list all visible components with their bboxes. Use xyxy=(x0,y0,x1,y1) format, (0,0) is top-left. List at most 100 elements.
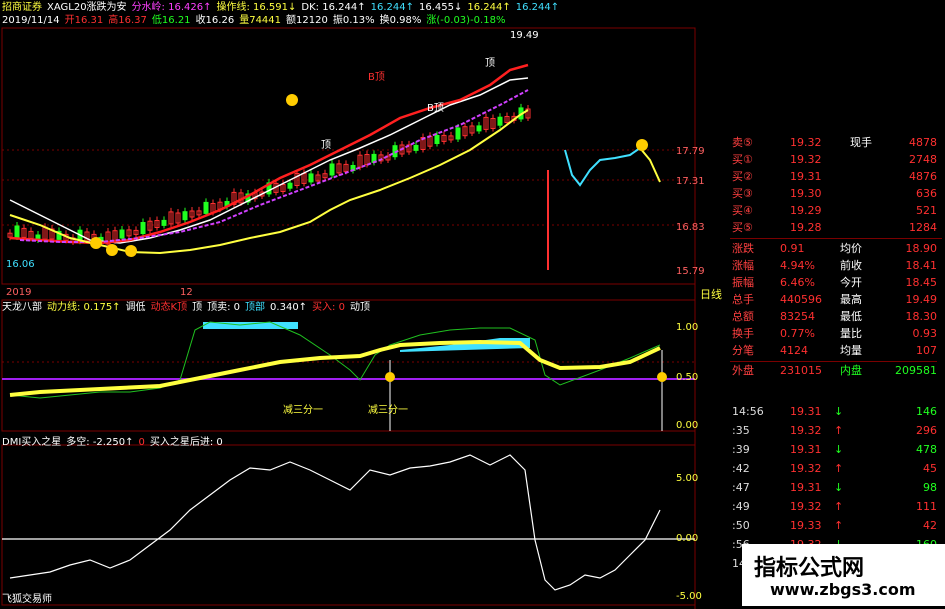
main-header-line2: 2019/11/14 开16.31 高16.37 低16.21 收16.26 量74441… xyxy=(2,15,510,27)
main-grid xyxy=(2,149,695,226)
dmi-line xyxy=(9,454,661,591)
date-label: 2019 xyxy=(6,287,32,298)
green-oscillator-line xyxy=(9,321,661,399)
header-item: 额12120 xyxy=(286,15,328,26)
top-label: B顶 xyxy=(427,103,444,114)
tab-daily[interactable]: 日线 xyxy=(700,289,722,301)
top-label: B顶 xyxy=(368,72,385,83)
candle xyxy=(308,173,314,183)
main-header-line1: 招商证券 XAGL20涨跌为安 分水岭: 16.426↑ 操作线: 16.591↓ DK… xyxy=(2,2,564,14)
axis-label: 0.00 xyxy=(676,420,699,431)
header-item: 换0.98% xyxy=(379,15,422,26)
header-item: 16.244↑ xyxy=(515,2,560,13)
quote-stat-row: 分笔 4124 均量 107 xyxy=(732,344,937,357)
header-item: 天龙八部 xyxy=(2,302,42,313)
header-item: 顶卖: 0 xyxy=(207,302,241,313)
candle xyxy=(161,219,167,226)
axis-label: -5.00 xyxy=(676,591,702,602)
quote-row: 卖⑤ 19.32 4878 现手 xyxy=(732,136,937,149)
watermark-url: www.zbgs3.com xyxy=(770,580,916,599)
watermark-box: 指标公式网 www.zbgs3.com xyxy=(742,544,945,606)
header-item: 16.244↑ xyxy=(370,2,414,13)
header-item: 调低 xyxy=(125,302,146,313)
header-item: DMI买入之星 xyxy=(2,437,62,448)
tick-row: 14:56 19.31 ↓ 146 xyxy=(732,405,937,418)
watermark-title: 指标公式网 xyxy=(754,556,865,581)
app-footer-name: 飞狐交易师 xyxy=(2,594,52,605)
header-item: 涨(-0.03)-0.18% xyxy=(426,15,506,26)
outer-inner-row: 外盘 231015 内盘 209581 xyxy=(730,361,937,379)
header-item: DK: 16.244↑ xyxy=(301,2,366,13)
quote-panel: 卖⑤ 19.32 4878 现手 买① 19.32 2748 买② 19.31 4876 买③ 19.… xyxy=(730,134,942,434)
header-item: 振0.13% xyxy=(332,15,375,26)
header-item: 招商证券 xyxy=(2,2,42,13)
header-item: 操作线: 16.591↓ xyxy=(216,2,297,13)
quote-stat-row: 涨幅 4.94% 前收 18.41 xyxy=(732,259,937,272)
axis-label: 17.79 xyxy=(676,146,705,157)
candle xyxy=(119,229,125,239)
signal-marker-label: 减三分一 xyxy=(368,405,408,416)
dmi-frame xyxy=(1,444,696,606)
yellow-power-line xyxy=(9,339,661,397)
header-item: 买入之星后进: 0 xyxy=(149,437,223,448)
smiley-icon xyxy=(90,94,648,257)
candle xyxy=(140,222,146,234)
tick-row: :35 19.32 ↑ 296 xyxy=(732,424,937,437)
quote-row: 买② 19.31 4876 xyxy=(732,170,937,183)
signal-icon xyxy=(385,372,395,382)
axis-label: 0.50 xyxy=(676,372,699,383)
header-item: 高16.37 xyxy=(108,15,147,26)
header-item: 0.340↑ xyxy=(270,302,308,313)
ma-magenta-line xyxy=(19,89,529,243)
header-item: 16.244↑ xyxy=(467,2,511,13)
tick-row: :42 19.32 ↑ 45 xyxy=(732,462,937,475)
candle xyxy=(413,144,419,151)
candle xyxy=(14,225,20,238)
header-item: 多空: -2.250↑ xyxy=(66,437,134,448)
price-low-label: 16.06 xyxy=(6,259,35,270)
candle xyxy=(329,163,335,176)
header-item: 低16.21 xyxy=(151,15,191,26)
quote-row: 买① 19.32 2748 xyxy=(732,153,937,166)
dmi-header: DMI买入之星 多空: -2.250↑ 0 买入之星后进: 0 xyxy=(2,437,228,449)
quote-stat-row: 总额 83254 最低 18.30 xyxy=(732,310,937,323)
quote-row: 买③ 19.30 636 xyxy=(732,187,937,200)
candle xyxy=(497,116,503,126)
header-item: 开16.31 xyxy=(64,15,104,26)
candle xyxy=(476,125,482,132)
top-label: 顶 xyxy=(321,140,331,151)
signal-icon xyxy=(657,372,667,382)
tick-row: :50 19.33 ↑ 42 xyxy=(732,519,937,532)
header-item: 量74441 xyxy=(239,15,282,26)
indicator-header: 天龙八部 动力线: 0.175↑ 调低 动态K顶顶顶卖: 0 顶部 0.340↑ 买入: 0… xyxy=(2,302,375,314)
tick-row: :49 19.32 ↑ 111 xyxy=(732,500,937,513)
header-item: 动力线: 0.175↑ xyxy=(47,302,121,313)
header-item: 分水岭: 16.426↑ xyxy=(131,2,212,13)
top-label: 顶 xyxy=(485,58,495,69)
axis-label: 15.79 xyxy=(676,266,705,277)
candle xyxy=(182,211,188,221)
header-item: 顶 xyxy=(192,302,203,313)
quote-stat-row: 涨跌 0.91 均价 18.90 xyxy=(732,242,937,255)
header-item: 16.455↓ xyxy=(418,2,463,13)
axis-label: 5.00 xyxy=(676,473,699,484)
quote-stat-row: 总手 440596 最高 19.49 xyxy=(732,293,937,306)
header-item: 0 xyxy=(138,437,145,448)
header-item: 2019/11/14 xyxy=(2,15,60,26)
tick-row: :47 19.31 ↓ 98 xyxy=(732,481,937,494)
tick-row: :39 19.31 ↓ 478 xyxy=(732,443,937,456)
quote-stat-row: 换手 0.77% 量比 0.93 xyxy=(732,327,937,340)
header-item: 买入: 0 xyxy=(312,302,345,313)
candle xyxy=(455,127,461,140)
ma-red-line xyxy=(9,63,529,245)
quote-row: 买④ 19.29 521 xyxy=(732,204,937,217)
header-item: 收16.26 xyxy=(195,15,235,26)
intraday-yellow-line xyxy=(639,147,661,183)
candle xyxy=(203,201,209,214)
date-label: 12 xyxy=(180,287,193,298)
quote-stat-row: 振幅 6.46% 今开 18.45 xyxy=(732,276,937,289)
header-item: 顶部 xyxy=(245,302,266,313)
candlestick-series xyxy=(7,103,531,247)
candle xyxy=(287,182,293,189)
signal-marker-label: 减三分一 xyxy=(283,405,323,416)
